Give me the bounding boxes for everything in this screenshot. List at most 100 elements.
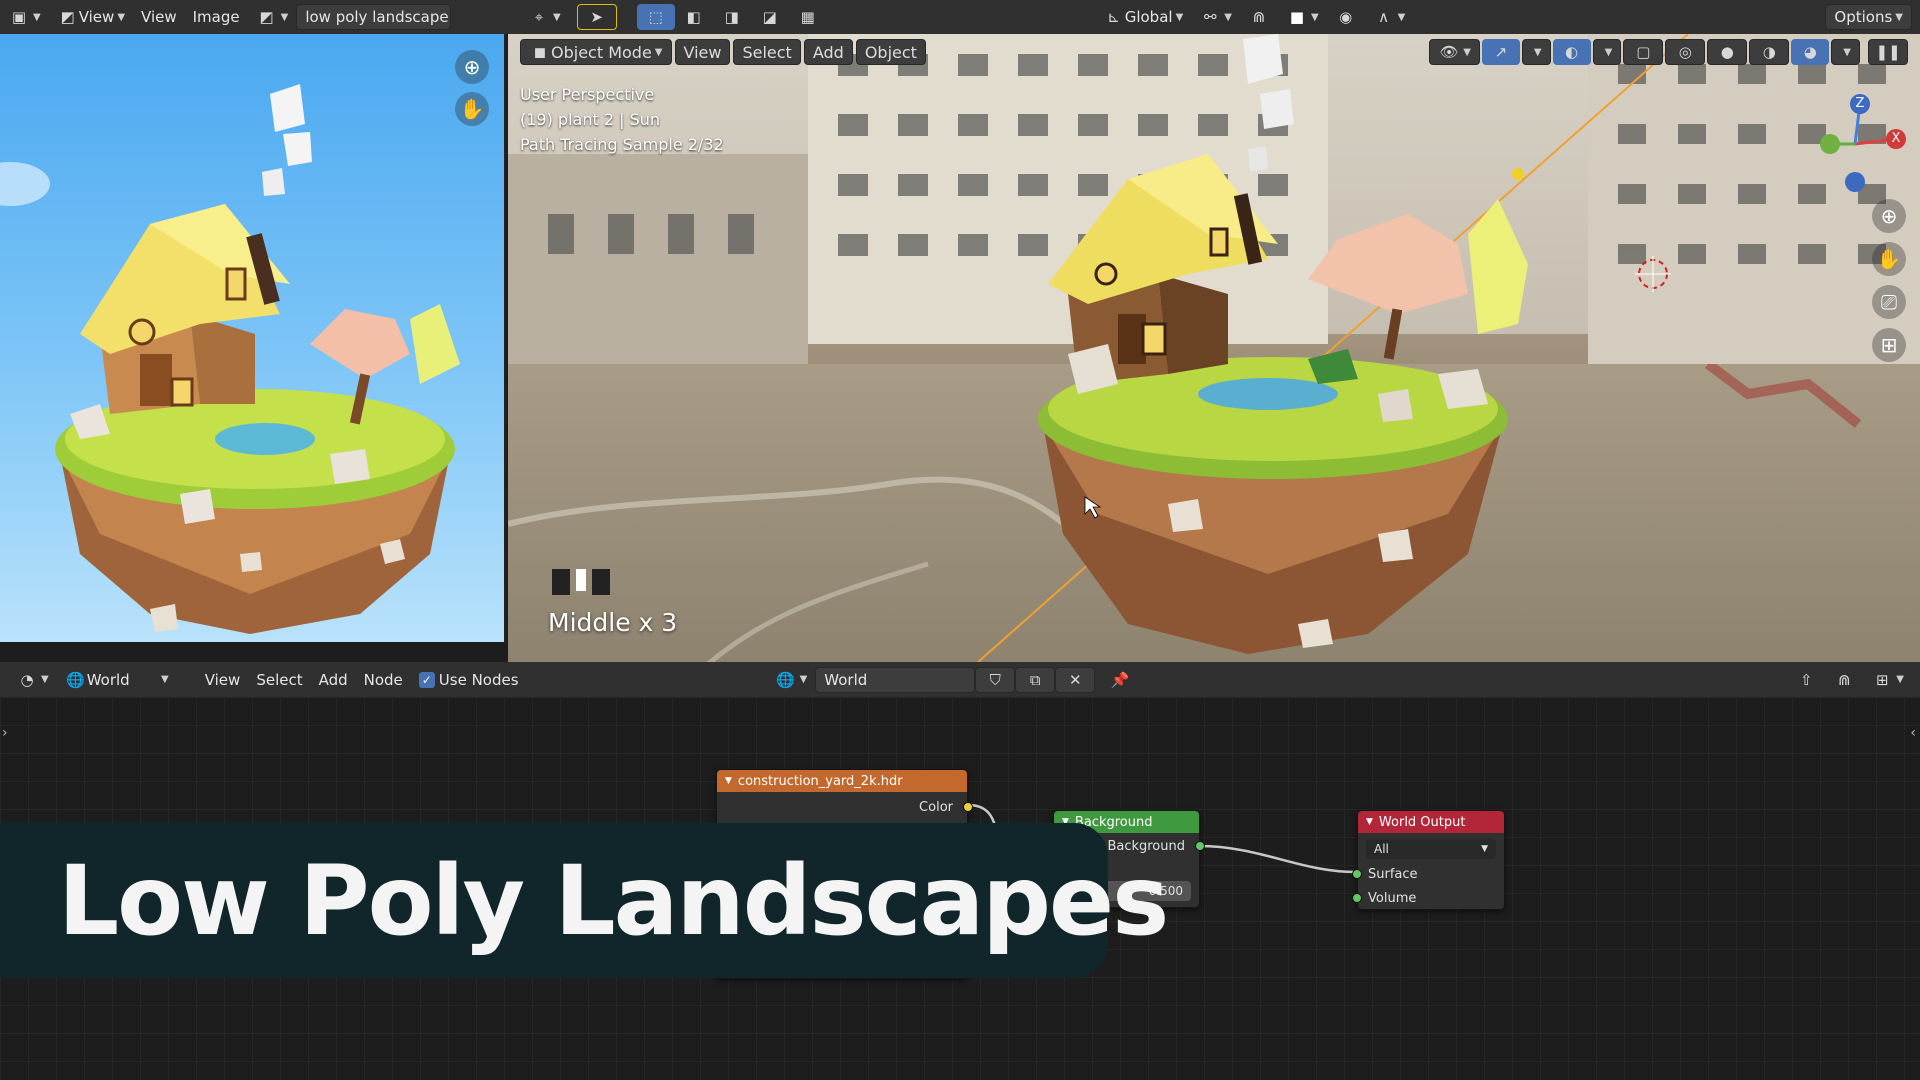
magnet-icon: ⋒ (1838, 670, 1851, 689)
viewport-menu-view[interactable]: View (674, 39, 731, 65)
select-invert-mode[interactable]: ◪ (751, 4, 789, 30)
chevron-down-icon: ▼ (1843, 46, 1851, 58)
eye-icon: 👁 (1439, 43, 1459, 61)
pin-button[interactable]: 📌 (1101, 667, 1139, 693)
proportional-icon: ◉ (1339, 8, 1353, 26)
material-icon: ◑ (1762, 43, 1776, 61)
chevron-down-icon: ▼ (41, 674, 49, 685)
duplicate-world-button[interactable]: ⧉ (1015, 666, 1056, 693)
fake-user-button[interactable]: ⛉ (975, 666, 1016, 693)
color-output-socket[interactable] (963, 802, 973, 812)
view-mode-label: View (78, 8, 115, 26)
zoom-view-button[interactable]: ⊕ (455, 50, 489, 84)
overlay-icon: ◐ (1565, 43, 1579, 61)
target-label: All (1374, 842, 1389, 856)
collapse-arrow-icon: ▼ (1366, 817, 1373, 827)
ortho-toggle-button[interactable]: ⊞ (1872, 328, 1906, 362)
active-object-info: (19) plant 2 | Sun (520, 110, 661, 129)
select-box-mode[interactable]: ⬚ (636, 4, 675, 30)
use-nodes-label: Use Nodes (438, 670, 519, 689)
color-output-label: Color (919, 800, 953, 815)
target-dropdown[interactable]: All ▼ (1366, 839, 1496, 859)
world-output-node-header[interactable]: ▼ World Output (1358, 811, 1504, 833)
pin-icon: 📌 (1110, 670, 1130, 689)
shading-material[interactable]: ◑ (1749, 39, 1790, 65)
chevron-down-icon: ▼ (1463, 46, 1471, 58)
pivot-point-dropdown[interactable]: ⚯ ▼ (1191, 4, 1240, 30)
overlay-dropdown[interactable]: ▼ (1592, 39, 1622, 65)
select-subtract-mode[interactable]: ◨ (713, 4, 751, 30)
mouse-left-button-icon (552, 569, 570, 595)
volume-input-socket[interactable] (1352, 893, 1362, 903)
xray-toggle[interactable]: ▢ (1623, 39, 1664, 65)
node-editor-header: ◔ ▼ 🌐 World ▼ View Select Add Node ✓ Use Nod… (0, 662, 1920, 697)
gizmo-z-label[interactable]: Z (1850, 94, 1870, 114)
shading-rendered[interactable]: ◕ (1791, 39, 1830, 65)
viewport-menu-object[interactable]: Object (855, 39, 926, 65)
editor-type-3d-button[interactable]: ⌖ ▼ (520, 4, 569, 30)
surface-input-socket[interactable] (1352, 869, 1362, 879)
node-menu-add[interactable]: Add (311, 667, 356, 693)
background-output-socket[interactable] (1195, 841, 1205, 851)
viewport-zoom-button[interactable]: ⊕ (1872, 199, 1906, 233)
magnet-icon: ⋒ (1252, 8, 1266, 26)
select-intersect-mode[interactable]: ▦ (789, 4, 827, 30)
image-menu[interactable]: Image (185, 4, 248, 30)
transform-orientation-dropdown[interactable]: ⊾ Global ▼ (1095, 4, 1192, 30)
browse-image-button[interactable]: ◩ ▼ (248, 4, 297, 30)
solid-icon: ● (1720, 43, 1734, 61)
chevron-down-icon: ▼ (1604, 46, 1613, 58)
snap-square-icon: ■ (1289, 8, 1305, 26)
world-output-node[interactable]: ▼ World Output All ▼ Surface Volume (1352, 810, 1505, 910)
parent-node-tree-button[interactable]: ⇧ (1787, 667, 1825, 693)
visibility-dropdown[interactable]: 👁 ▼ (1429, 39, 1480, 65)
viewport-menu-add[interactable]: Add (803, 39, 853, 65)
zoom-icon: ⊕ (463, 55, 481, 79)
node-menu-select[interactable]: Select (248, 667, 310, 693)
pause-icon: ❚❚ (1875, 43, 1901, 61)
node-menu-node[interactable]: Node (356, 667, 411, 693)
select-extend-mode[interactable]: ◧ (675, 4, 713, 30)
viewport-menu-select[interactable]: Select (733, 39, 801, 65)
snap-target-dropdown[interactable]: ■ ▼ (1278, 4, 1327, 30)
camera-view-button[interactable]: ⎚ (1872, 285, 1906, 319)
shading-wireframe[interactable]: ◎ (1665, 39, 1706, 65)
node-editor-type-button[interactable]: ◔ ▼ (8, 667, 57, 693)
environment-texture-node-header[interactable]: ▼ construction_yard_2k.hdr (717, 770, 967, 792)
node-snap-toggle[interactable]: ⋒ (1825, 667, 1863, 693)
view-menu[interactable]: View (133, 4, 185, 30)
snap-toggle[interactable]: ⋒ (1240, 4, 1278, 30)
unlink-world-button[interactable]: ✕ (1055, 666, 1096, 693)
chevron-down-icon: ▼ (654, 46, 663, 58)
overlay-toggle[interactable]: ◐ (1552, 39, 1591, 65)
select-tool-button[interactable]: ➤ (576, 4, 617, 30)
world-name-field[interactable]: World (815, 666, 976, 693)
node-snap-dropdown[interactable]: ⊞ ▼ (1863, 667, 1912, 693)
checkbox-checked-icon: ✓ (418, 671, 435, 688)
floating-island-render (0, 84, 460, 634)
falloff-dropdown[interactable]: ∧ ▼ (1365, 4, 1414, 30)
world-browse-button[interactable]: 🌐 ▼ (767, 667, 816, 693)
gizmo-x-label[interactable]: X (1886, 129, 1906, 149)
image-name-field[interactable]: low poly landscape c (296, 4, 452, 30)
editor-type-button[interactable]: ▣ ▼ (0, 4, 49, 30)
shader-type-dropdown[interactable]: 🌐 World ▼ (57, 667, 177, 693)
gizmo-toggle[interactable]: ↗ (1481, 39, 1520, 65)
view-mode-dropdown[interactable]: ◩ View ▼ (49, 4, 133, 30)
pause-render-button[interactable]: ❚❚ (1868, 39, 1908, 65)
shading-solid[interactable]: ● (1707, 39, 1748, 65)
shading-dropdown[interactable]: ▼ (1831, 39, 1860, 65)
arrow-up-icon: ⇧ (1800, 670, 1813, 689)
node-menu-view[interactable]: View (197, 667, 249, 693)
pan-view-button[interactable]: ✋ (455, 92, 489, 126)
gizmo-dropdown[interactable]: ▼ (1521, 39, 1551, 65)
surface-input-label: Surface (1368, 867, 1418, 882)
use-nodes-checkbox[interactable]: ✓ Use Nodes (411, 667, 527, 693)
3d-viewport[interactable]: ◼ Object Mode ▼ View Select Add Object 👁 ▼ … (508, 34, 1920, 662)
options-dropdown[interactable]: Options ▼ (1825, 4, 1912, 30)
viewport-pan-button[interactable]: ✋ (1872, 242, 1906, 276)
rendered-image-view[interactable]: ⊕ ✋ (0, 34, 506, 642)
proportional-edit-toggle[interactable]: ◉ (1327, 4, 1365, 30)
object-mode-dropdown[interactable]: ◼ Object Mode ▼ (520, 39, 672, 65)
object-mode-label: Object Mode (551, 42, 652, 62)
